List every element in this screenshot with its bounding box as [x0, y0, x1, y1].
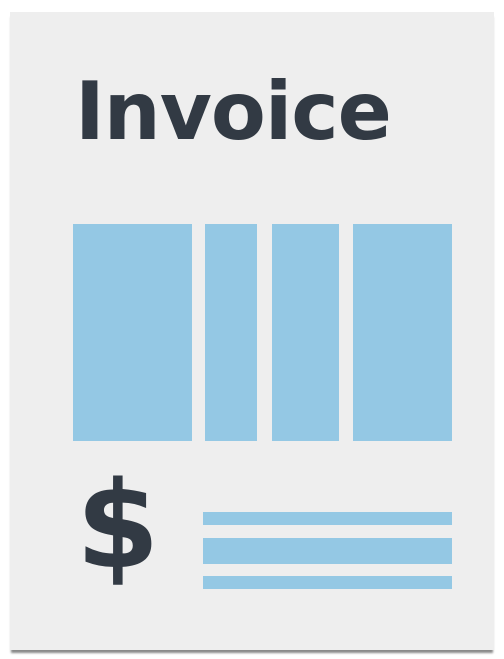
table-column-block — [205, 224, 257, 441]
invoice-title: Invoice — [75, 65, 392, 158]
summary-line — [203, 576, 452, 589]
table-column-block — [73, 224, 192, 441]
summary-line — [203, 512, 452, 525]
dollar-icon: $ — [76, 457, 160, 596]
summary-line — [203, 538, 452, 564]
table-column-block — [353, 224, 452, 441]
invoice-document: Invoice $ — [10, 12, 494, 650]
table-column-block — [272, 224, 339, 441]
